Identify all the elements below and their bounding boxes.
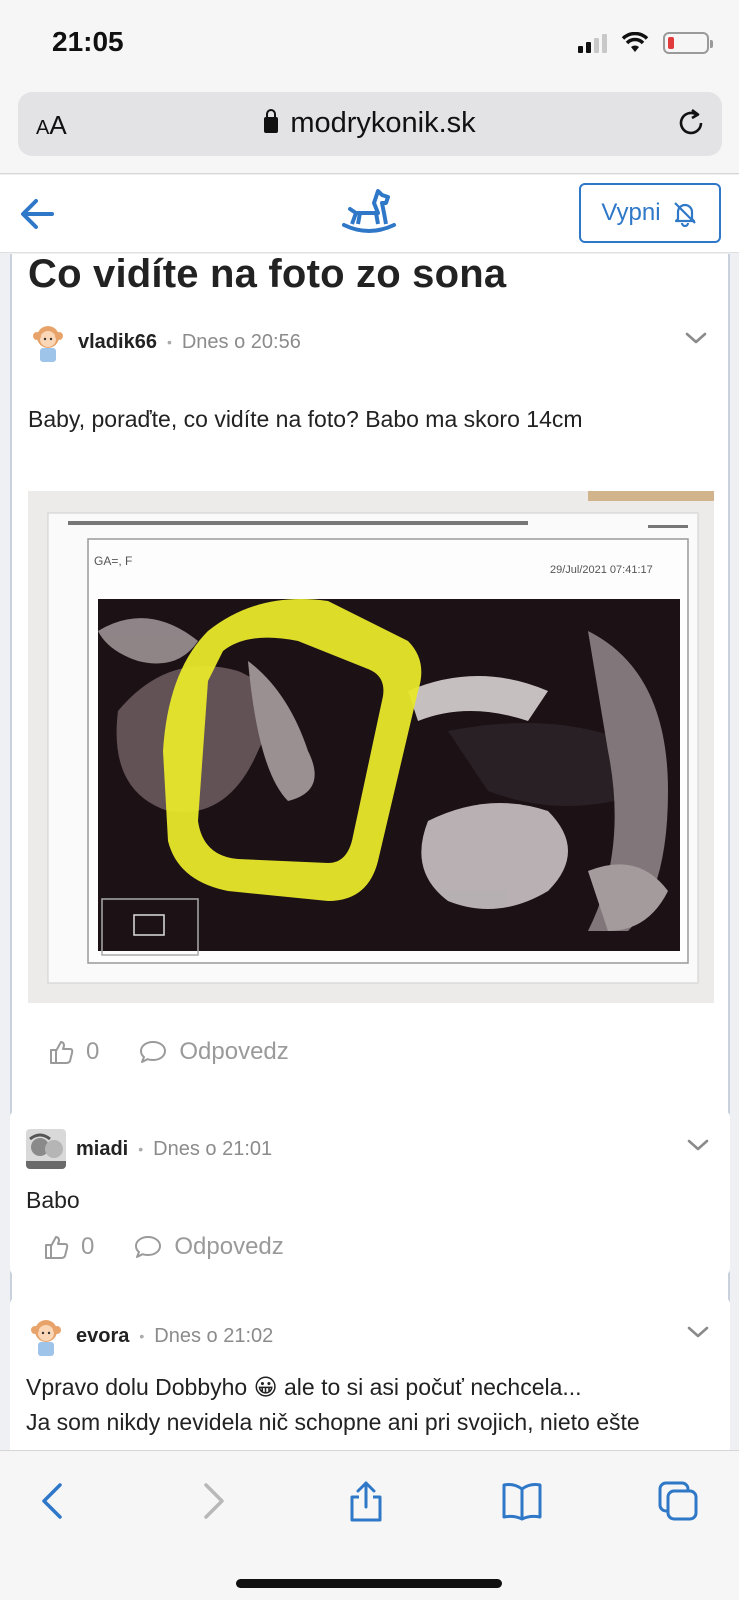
- thumbs-up-icon: [50, 1041, 74, 1064]
- post-image[interactable]: GA=, F 29/Jul/2021 07:41:17: [28, 491, 714, 1003]
- post-timestamp: Dnes o 20:56: [181, 330, 301, 353]
- status-time: 21:05: [52, 26, 124, 57]
- like-count: 0: [81, 1233, 95, 1260]
- reload-icon[interactable]: [674, 106, 708, 140]
- post-actions: 0 Odpovedz: [48, 1038, 289, 1066]
- comment-card: evora • Dnes o 21:02 Vpravo dolu Dobbyho…: [10, 1298, 730, 1450]
- back-arrow-icon[interactable]: [16, 193, 58, 235]
- comment-line: Vpravo dolu Dobbyho 😀 ale to si asi poču…: [26, 1374, 582, 1400]
- like-count: 0: [86, 1038, 100, 1065]
- forward-chevron-icon[interactable]: [190, 1479, 234, 1523]
- comment-body: Babo: [26, 1187, 80, 1213]
- author-name[interactable]: vladik66: [78, 331, 157, 354]
- reply-button[interactable]: Odpovedz: [134, 1233, 284, 1261]
- author-name[interactable]: miadi: [76, 1138, 128, 1161]
- wifi-icon: [621, 32, 649, 52]
- comment-author-row: miadi • Dnes o 21:01: [26, 1129, 272, 1169]
- comment-actions: 0 Odpovedz: [43, 1233, 284, 1261]
- comment-author-row: evora • Dnes o 21:02: [26, 1316, 273, 1356]
- speech-bubble-icon: [135, 1236, 162, 1258]
- home-indicator: [236, 1579, 502, 1588]
- post-body: Baby, poraďte, co vidíte na foto? Babo m…: [28, 406, 583, 432]
- comment-card: miadi • Dnes o 21:01 Babo 0 Odpovedz: [10, 1111, 730, 1275]
- lock-icon: [264, 109, 279, 133]
- domain-text: modrykonik.sk: [290, 107, 476, 139]
- author-name[interactable]: evora: [76, 1325, 129, 1348]
- like-button[interactable]: 0: [48, 1038, 99, 1066]
- like-button[interactable]: 0: [43, 1233, 94, 1261]
- mute-label: Vypni: [601, 199, 661, 226]
- status-bar: 21:05: [0, 0, 739, 88]
- tabs-icon[interactable]: [656, 1479, 700, 1523]
- post-author-row: vladik66 • Dnes o 20:56: [28, 322, 301, 362]
- share-icon[interactable]: [344, 1479, 388, 1523]
- content-area: Co vidíte na foto zo sona vladik66 • Dne…: [0, 254, 739, 1450]
- battery-icon: [663, 32, 713, 54]
- reply-label: Odpovedz: [179, 1038, 289, 1065]
- ultrasound-datetime: 29/Jul/2021 07:41:17: [550, 564, 653, 576]
- avatar[interactable]: [26, 1129, 66, 1169]
- bell-off-icon: [673, 202, 696, 227]
- cellular-signal-icon: [578, 33, 607, 53]
- chevron-down-icon[interactable]: [686, 1320, 710, 1344]
- url-display[interactable]: modrykonik.sk: [18, 107, 722, 140]
- bookmarks-icon[interactable]: [500, 1479, 544, 1523]
- chevron-down-icon[interactable]: [684, 326, 708, 350]
- comment-timestamp: Dnes o 21:01: [153, 1137, 273, 1160]
- reply-label: Odpovedz: [174, 1233, 284, 1260]
- address-bar[interactable]: AA modrykonik.sk: [18, 92, 722, 156]
- mute-notifications-button[interactable]: Vypni: [579, 183, 721, 243]
- status-icons: [578, 32, 713, 54]
- speech-bubble-icon: [140, 1041, 167, 1063]
- comment-line: Ja som nikdy nevidela nič schopne ani pr…: [26, 1409, 640, 1435]
- ultrasound-patient-label: GA=, F: [94, 554, 132, 568]
- grinning-emoji: 😀: [253, 1374, 278, 1400]
- browser-toolbar: AA modrykonik.sk: [0, 88, 739, 174]
- app-header: Vypni: [0, 175, 739, 253]
- avatar[interactable]: [28, 322, 68, 362]
- thumbs-up-icon: [45, 1236, 69, 1259]
- comment-timestamp: Dnes o 21:02: [154, 1324, 274, 1347]
- browser-bottom-toolbar: [0, 1450, 739, 1600]
- reply-button[interactable]: Odpovedz: [139, 1038, 289, 1066]
- chevron-down-icon[interactable]: [686, 1133, 710, 1157]
- back-chevron-icon[interactable]: [32, 1479, 76, 1523]
- comment-body: Vpravo dolu Dobbyho 😀 ale to si asi poču…: [26, 1370, 640, 1440]
- post-title: Co vidíte na foto zo sona: [28, 254, 507, 296]
- rocking-horse-logo-icon[interactable]: [340, 187, 398, 235]
- avatar[interactable]: [26, 1316, 66, 1356]
